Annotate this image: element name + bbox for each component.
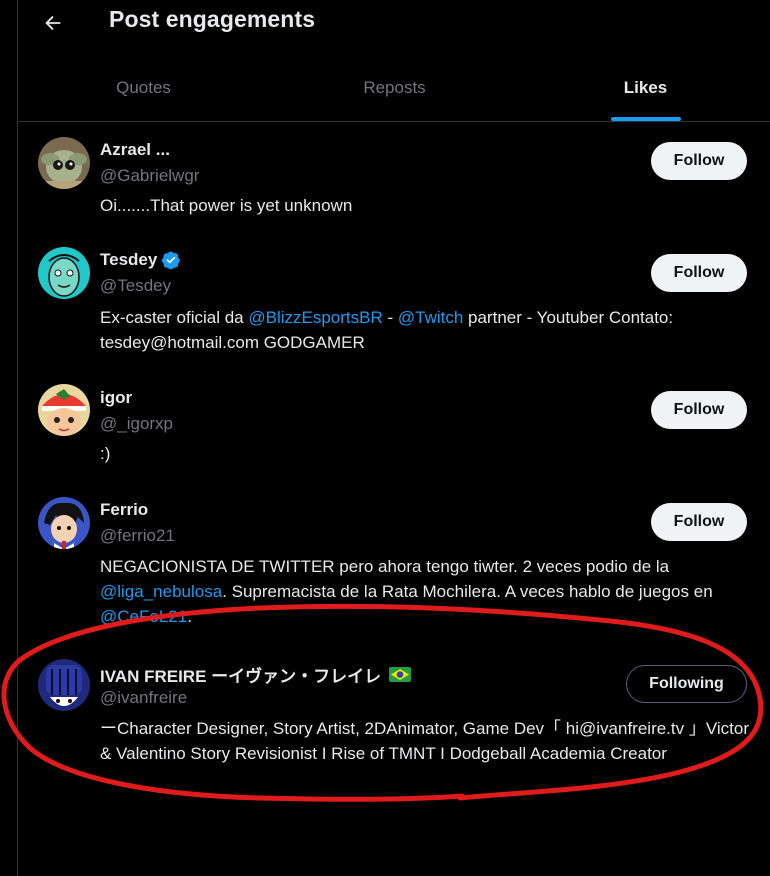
active-tab-indicator bbox=[610, 117, 681, 121]
bio-text: :) bbox=[100, 444, 111, 463]
follow-button[interactable]: Follow bbox=[651, 503, 747, 541]
user-bio: Ex-caster oficial da @BlizzEsportsBR - @… bbox=[100, 305, 755, 355]
main-column: Post engagements Quotes Reposts Likes Az… bbox=[17, 0, 770, 876]
user-bio: NEGACIONISTA DE TWITTER pero ahora tengo… bbox=[100, 554, 755, 629]
mention-link[interactable]: @CeFeL21 bbox=[100, 607, 187, 626]
follow-button[interactable]: Follow bbox=[651, 391, 747, 429]
user-bio: Oi.......That power is yet unknown bbox=[100, 193, 755, 218]
arrow-left-icon bbox=[45, 15, 61, 31]
display-name[interactable]: igor bbox=[100, 388, 132, 408]
follow-button[interactable]: Follow bbox=[651, 142, 747, 180]
follow-button[interactable]: Follow bbox=[651, 254, 747, 292]
avatar-image bbox=[38, 137, 90, 189]
avatar[interactable] bbox=[38, 659, 90, 711]
user-handle[interactable]: @ferrio21 bbox=[100, 526, 175, 546]
avatar[interactable] bbox=[38, 384, 90, 436]
avatar-image bbox=[38, 247, 90, 299]
bio-text: Ex-caster oficial da bbox=[100, 308, 249, 327]
mention-link[interactable]: @liga_nebulosa bbox=[100, 582, 222, 601]
page-title: Post engagements bbox=[109, 6, 316, 32]
display-name[interactable]: Azrael ... bbox=[100, 140, 170, 160]
user-name: igor bbox=[100, 388, 133, 407]
user-bio: :) bbox=[100, 441, 755, 466]
user-handle[interactable]: @Tesdey bbox=[100, 276, 171, 296]
bio-text: NEGACIONISTA DE TWITTER pero ahora tengo… bbox=[100, 557, 670, 576]
tab-label: Likes bbox=[623, 78, 668, 97]
bio-text: - bbox=[382, 308, 398, 327]
avatar[interactable] bbox=[38, 247, 90, 299]
mention-link[interactable]: @Twitch bbox=[398, 308, 463, 327]
bio-text: . bbox=[187, 607, 192, 626]
user-cell[interactable]: Ferrio @ferrio21 NEGACIONISTA DE TWITTER… bbox=[18, 482, 770, 644]
following-button[interactable]: Following bbox=[626, 665, 747, 703]
brazil-flag-icon bbox=[389, 667, 412, 682]
bio-text: . Supremacista de la Rata Mochilera. A v… bbox=[222, 582, 713, 601]
user-name: Ferrio bbox=[100, 500, 149, 519]
tab-label: Quotes bbox=[116, 78, 171, 97]
user-cell[interactable]: Tesdey @Tesdey Ex-caster oficial da @Bli… bbox=[18, 232, 770, 370]
user-cell[interactable]: igor @_igorxp :) Follow bbox=[18, 370, 770, 482]
display-name[interactable]: IVAN FREIRE ーイヴァン・フレイレ bbox=[100, 662, 412, 687]
user-handle[interactable]: @_igorxp bbox=[100, 414, 173, 434]
user-name: IVAN FREIRE ーイヴァン・フレイレ bbox=[100, 667, 382, 686]
tab-quotes[interactable]: Quotes bbox=[18, 58, 269, 121]
user-name: Azrael ... bbox=[100, 140, 170, 159]
tab-label: Reposts bbox=[363, 78, 426, 97]
engagement-tabs: Quotes Reposts Likes bbox=[18, 58, 770, 122]
user-cell[interactable]: IVAN FREIRE ーイヴァン・フレイレ @ivanfreire ーChar… bbox=[18, 644, 770, 804]
avatar-image bbox=[38, 659, 90, 711]
bio-text: Oi.......That power is yet unknown bbox=[100, 196, 353, 215]
user-bio: ーCharacter Designer, Story Artist, 2DAni… bbox=[100, 716, 755, 766]
user-handle[interactable]: @Gabrielwgr bbox=[100, 166, 199, 186]
user-cell[interactable]: Azrael ... @Gabrielwgr Oi.......That pow… bbox=[18, 122, 770, 232]
tab-likes[interactable]: Likes bbox=[520, 58, 770, 121]
user-handle[interactable]: @ivanfreire bbox=[100, 688, 187, 708]
verified-badge-icon bbox=[161, 250, 181, 270]
avatar-image bbox=[38, 384, 90, 436]
user-name: Tesdey bbox=[100, 250, 158, 269]
display-name[interactable]: Ferrio bbox=[100, 500, 148, 520]
avatar-image bbox=[38, 497, 90, 549]
mention-link[interactable]: @BlizzEsportsBR bbox=[248, 308, 382, 327]
page-header: Post engagements bbox=[18, 0, 770, 46]
display-name[interactable]: Tesdey bbox=[100, 250, 181, 270]
back-button[interactable] bbox=[36, 6, 70, 40]
bio-text: ーCharacter Designer, Story Artist, 2DAni… bbox=[100, 719, 749, 763]
tab-reposts[interactable]: Reposts bbox=[269, 58, 520, 121]
avatar[interactable] bbox=[38, 137, 90, 189]
avatar[interactable] bbox=[38, 497, 90, 549]
